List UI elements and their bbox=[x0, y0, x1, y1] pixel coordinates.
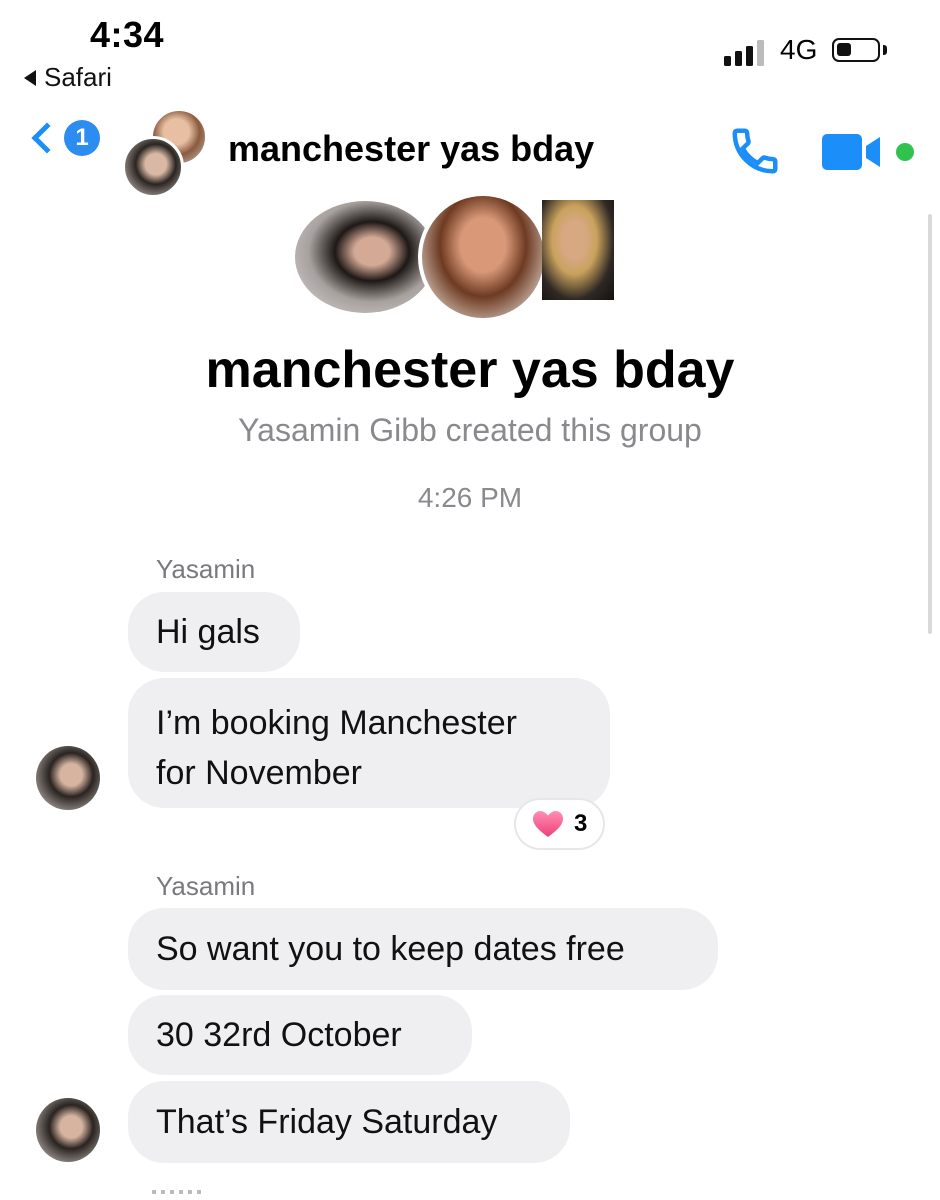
back-app-label: Safari bbox=[44, 62, 112, 92]
network-type: 4G bbox=[780, 34, 818, 65]
message-text-line: I’m booking Manchester bbox=[156, 704, 517, 742]
message-text: So want you to keep dates free bbox=[156, 929, 625, 968]
group-created-note: Yasamin Gibb created this group bbox=[238, 412, 702, 448]
message-bubble[interactable]: 30 32rd October bbox=[128, 995, 472, 1075]
battery-icon bbox=[832, 38, 880, 62]
conversation-title[interactable]: manchester yas bday bbox=[228, 128, 594, 170]
message-bubble[interactable]: So want you to keep dates free bbox=[128, 908, 718, 990]
message-text: Hi gals bbox=[156, 612, 260, 651]
message-bubble[interactable]: I’m booking Manchester for November bbox=[128, 678, 610, 808]
heart-icon bbox=[533, 811, 563, 837]
unread-badge: 1 bbox=[64, 120, 100, 156]
sender-avatar[interactable] bbox=[36, 746, 100, 810]
battery-tip bbox=[883, 45, 887, 55]
status-time: 4:34 bbox=[90, 14, 165, 55]
online-status-dot bbox=[896, 143, 914, 161]
message-text-line: for November bbox=[156, 754, 362, 792]
message-bubble[interactable]: That’s Friday Saturday bbox=[128, 1081, 570, 1163]
group-avatar-back[interactable] bbox=[122, 136, 184, 198]
message-text: That’s Friday Saturday bbox=[156, 1102, 498, 1141]
cellular-signal-icon bbox=[724, 38, 764, 66]
sender-avatar[interactable] bbox=[36, 1098, 100, 1162]
group-name-heading: manchester yas bday bbox=[205, 341, 735, 399]
message-bubble[interactable]: Hi gals bbox=[128, 592, 300, 672]
member-photo-1 bbox=[292, 198, 438, 316]
chevron-left-icon bbox=[31, 122, 63, 154]
sender-name: Yasamin bbox=[156, 871, 256, 901]
thread-timestamp: 4:26 PM bbox=[417, 482, 523, 513]
message-text: 30 32rd October bbox=[156, 1015, 402, 1054]
back-triangle-icon bbox=[24, 69, 36, 86]
back-to-app-link[interactable]: Safari bbox=[24, 62, 112, 93]
reaction-count: 3 bbox=[574, 810, 588, 837]
reaction-badge[interactable]: 3 bbox=[516, 800, 604, 848]
back-button[interactable]: 1 bbox=[26, 120, 100, 156]
sender-name: Yasamin bbox=[156, 554, 256, 584]
phone-icon[interactable] bbox=[728, 124, 782, 178]
video-camera-icon[interactable] bbox=[822, 132, 886, 172]
scrollbar[interactable] bbox=[928, 214, 932, 634]
next-sender-name-partial bbox=[152, 1190, 202, 1194]
member-photo-2 bbox=[418, 192, 548, 322]
member-photo-3 bbox=[542, 200, 614, 300]
